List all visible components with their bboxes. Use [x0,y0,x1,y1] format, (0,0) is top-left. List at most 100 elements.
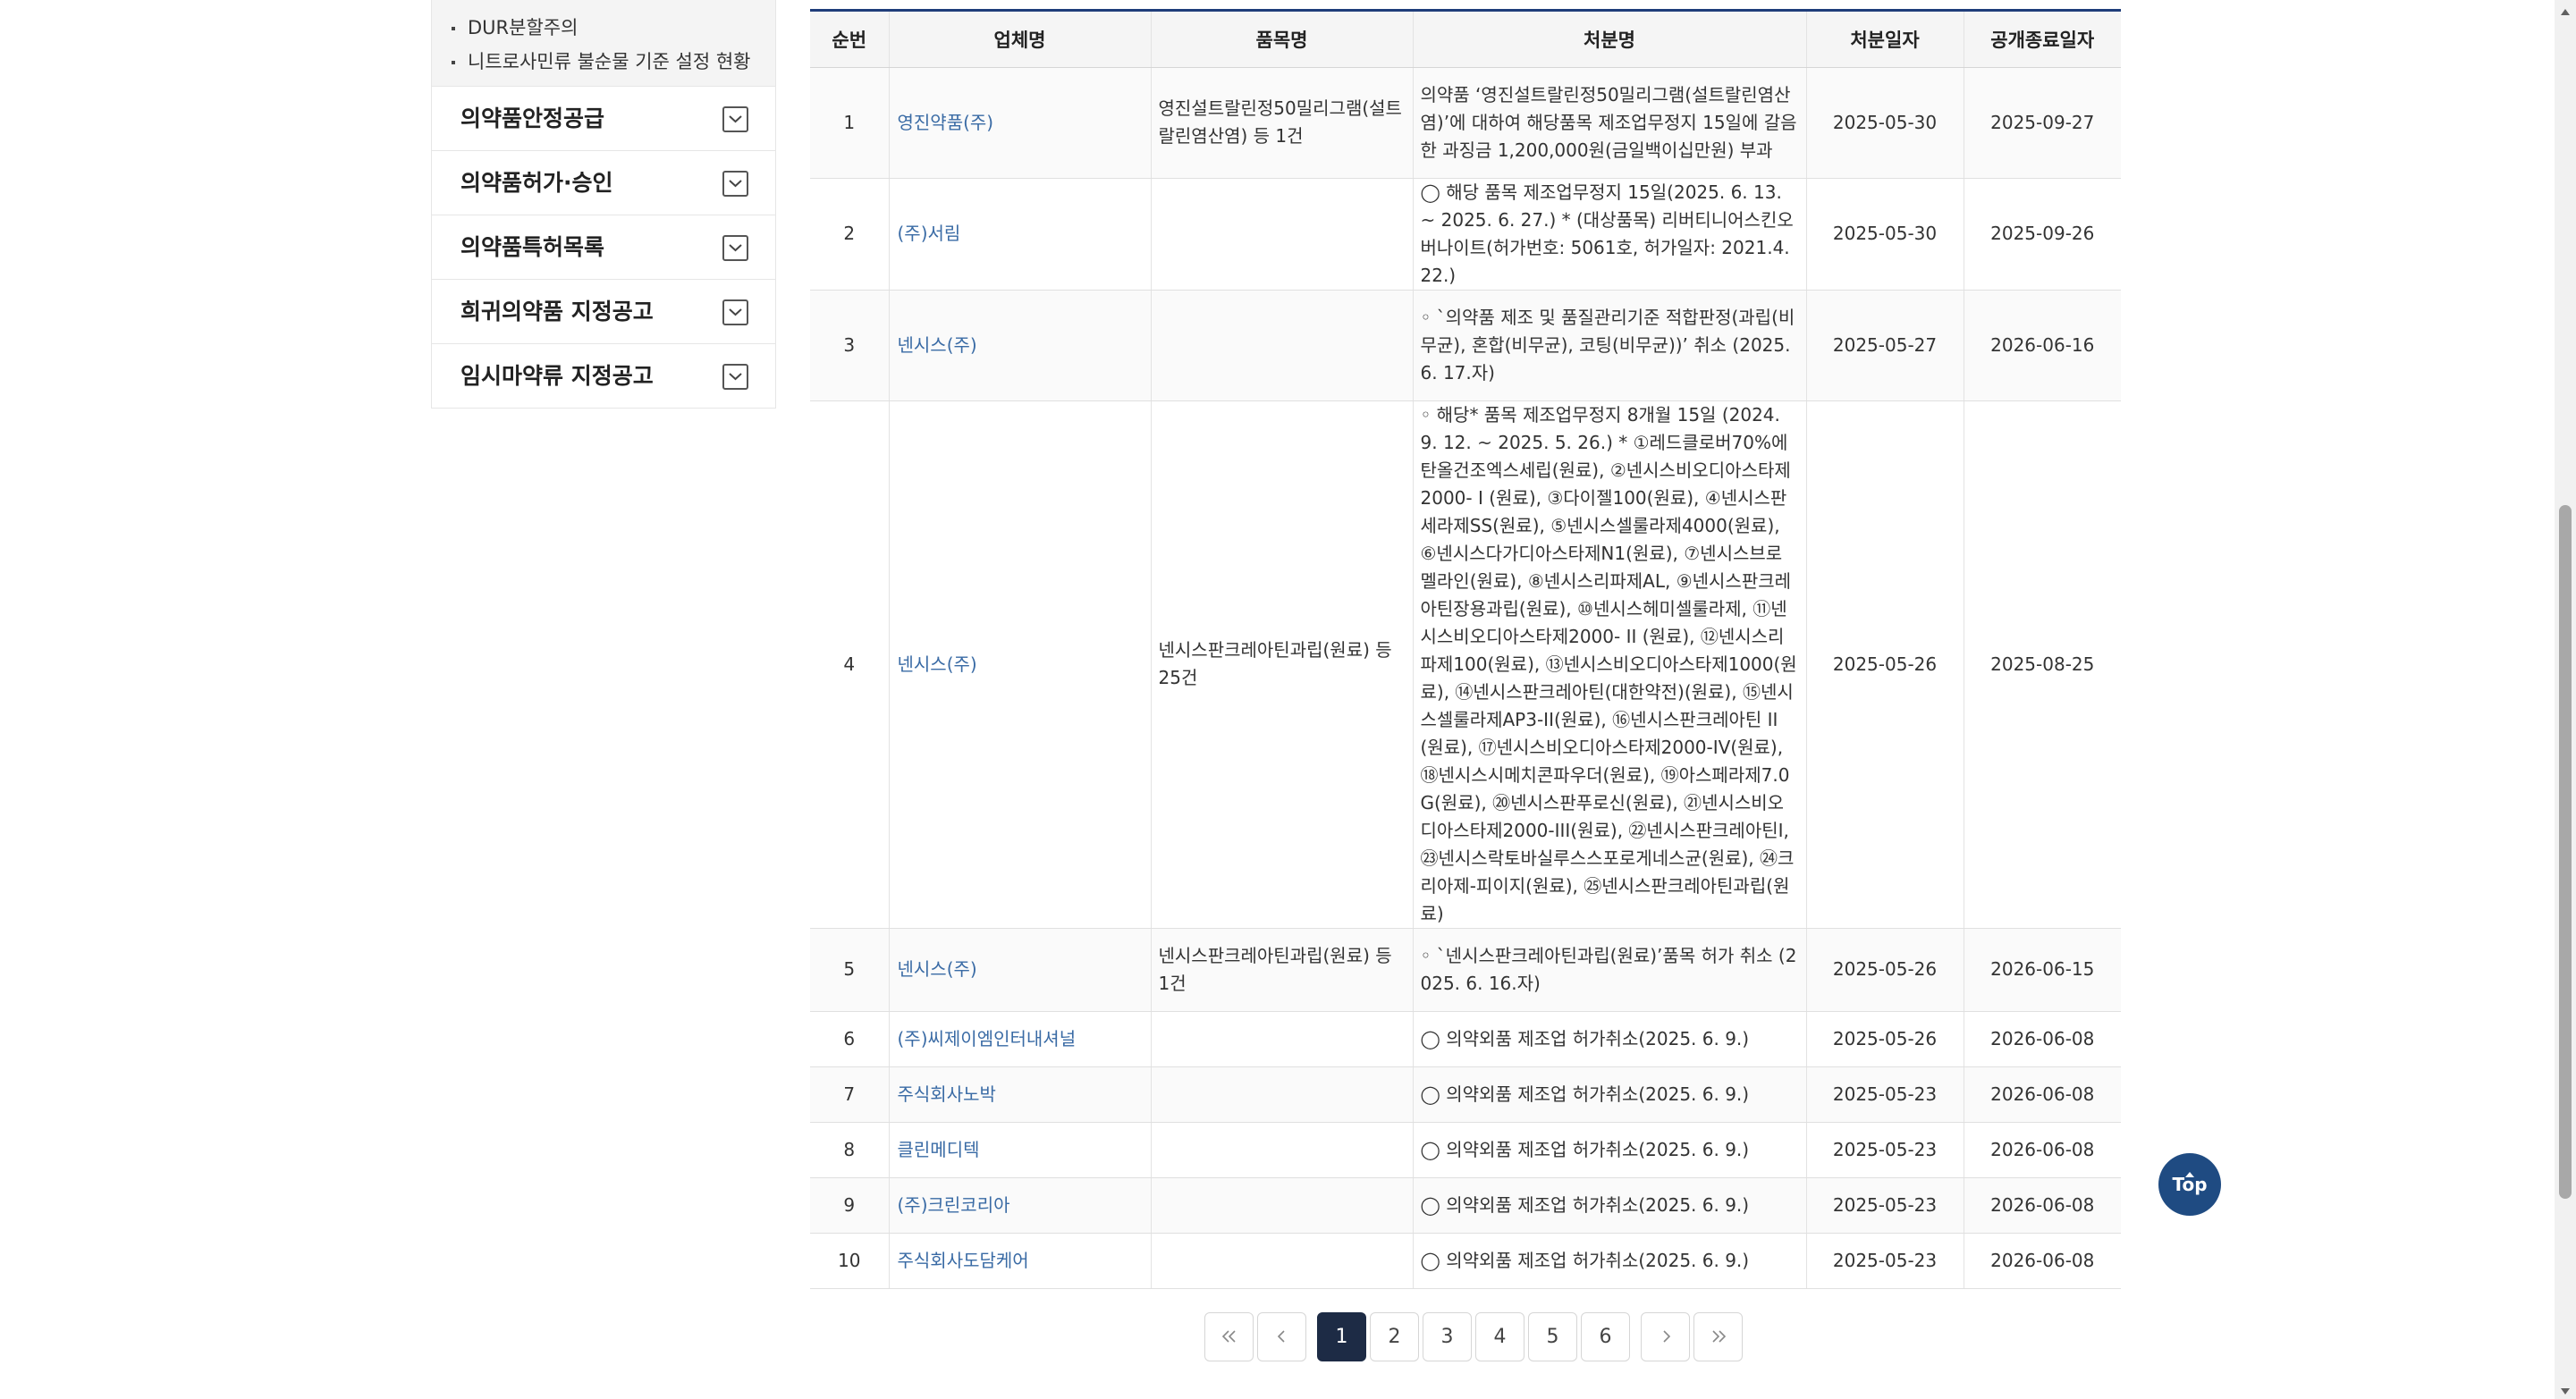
cell-company-link[interactable]: 넨시스(주) [888,928,1151,1012]
cell-action: ◦ 해당* 품목 제조업무정지 8개월 15일 (2024. 9. 12. ~ … [1412,400,1806,929]
chevron-down-icon[interactable] [722,106,748,132]
cell-company-link[interactable]: 넨시스(주) [888,290,1151,401]
table-row[interactable]: 4 넨시스(주) 넨시스판크레아틴과립(원료) 등 25건 ◦ 해당* 품목 제… [810,400,2121,929]
cell-end-date: 2026-06-16 [1963,290,2121,401]
sidebar-item-approval[interactable]: 의약품허가·승인 [431,151,776,215]
cell-action: ◯ 의약외품 제조업 허가취소(2025. 6. 9.) [1412,1066,1806,1123]
header-end-date: 공개종료일자 [1963,12,2121,68]
cell-product: 영진설트랄린정50밀리그램(설트랄린염산염) 등 1건 [1150,67,1413,179]
table-header-row: 순번 업체명 품목명 처분명 처분일자 공개종료일자 [810,12,2121,68]
chevron-down-icon[interactable] [722,364,748,390]
table-row[interactable]: 5 넨시스(주) 넨시스판크레아틴과립(원료) 등 1건 ◦ `넨시스판크레아틴… [810,928,2121,1012]
cell-product [1150,1233,1413,1289]
table-row[interactable]: 1 영진약품(주) 영진설트랄린정50밀리그램(설트랄린염산염) 등 1건 의약… [810,67,2121,179]
cell-company-link[interactable]: (주)씨제이엠인터내셔널 [888,1011,1151,1067]
next-page-button[interactable] [1641,1312,1690,1361]
page-button-5[interactable]: 5 [1528,1312,1577,1361]
chevron-down-icon[interactable] [722,235,748,261]
table-row[interactable]: 9 (주)크린코리아 ◯ 의약외품 제조업 허가취소(2025. 6. 9.) … [810,1177,2121,1234]
header-company: 업체명 [888,12,1151,68]
sidebar-item-temp-narcotic[interactable]: 임시마약류 지정공고 [431,344,776,409]
cell-action: ◦ `의약품 제조 및 품질관리기준 적합판정(과립(비무균), 혼합(비무균)… [1412,290,1806,401]
chevron-right-icon [1660,1326,1671,1348]
header-product: 품목명 [1150,12,1413,68]
table-row[interactable]: 8 클린메디텍 ◯ 의약외품 제조업 허가취소(2025. 6. 9.) 202… [810,1122,2121,1178]
cell-action: 의약품 ‘영진설트랄린정50밀리그램(설트랄린염산염)’에 대하여 해당품목 제… [1412,67,1806,179]
prev-page-button[interactable] [1257,1312,1306,1361]
cell-company-link[interactable]: (주)크린코리아 [888,1177,1151,1234]
cell-product [1150,1122,1413,1178]
caret-up-icon [2158,1153,2221,1177]
cell-product [1150,290,1413,401]
bullet-icon [452,61,455,64]
sidebar-item-label: 의약품특허목록 [460,234,605,260]
cell-no: 6 [810,1011,889,1067]
table-row[interactable]: 6 (주)씨제이엠인터내셔널 ◯ 의약외품 제조업 허가취소(2025. 6. … [810,1011,2121,1067]
table-row[interactable]: 10 주식회사도담케어 ◯ 의약외품 제조업 허가취소(2025. 6. 9.)… [810,1233,2121,1289]
cell-date: 2025-05-23 [1805,1066,1964,1123]
cell-end-date: 2026-06-08 [1963,1066,2121,1123]
sidebar-item-patent[interactable]: 의약품특허목록 [431,215,776,280]
page-button-3[interactable]: 3 [1423,1312,1472,1361]
sidebar-sub-item-nitrosamine[interactable]: 니트로사민류 불순물 기준 설정 현황 [450,45,757,79]
cell-end-date: 2025-09-27 [1963,67,2121,179]
cell-end-date: 2025-08-25 [1963,400,2121,929]
sidebar-item-supply[interactable]: 의약품안정공급 [431,87,776,151]
cell-product: 넨시스판크레아틴과립(원료) 등 25건 [1150,400,1413,929]
pagination: 1 2 3 4 5 6 [1204,1312,1746,1361]
sidebar-sub-item-label: 니트로사민류 불순물 기준 설정 현황 [468,51,751,72]
sidebar-sub-list: DUR분할주의 니트로사민류 불순물 기준 설정 현황 [431,0,776,87]
scroll-up-arrow-icon[interactable] [2560,4,2571,15]
cell-date: 2025-05-26 [1805,928,1964,1012]
sidebar-nav: DUR분할주의 니트로사민류 불순물 기준 설정 현황 의약품안정공급 의약품허… [431,0,776,409]
cell-no: 3 [810,290,889,401]
scroll-to-top-button[interactable]: Top [2158,1153,2221,1216]
chevron-down-icon[interactable] [722,171,748,197]
cell-end-date: 2025-09-26 [1963,178,2121,291]
sidebar-item-orphan-drug[interactable]: 희귀의약품 지정공고 [431,280,776,344]
cell-product [1150,1177,1413,1234]
header-date: 처분일자 [1805,12,1964,68]
cell-company-link[interactable]: 영진약품(주) [888,67,1151,179]
cell-company-link[interactable]: (주)서림 [888,178,1151,291]
cell-no: 5 [810,928,889,1012]
cell-company-link[interactable]: 클린메디텍 [888,1122,1151,1178]
vertical-scrollbar[interactable] [2555,0,2576,1399]
top-button-label: Top [2172,1174,2208,1195]
double-chevron-right-icon [1710,1326,1727,1348]
scrollbar-thumb[interactable] [2559,505,2572,1199]
table-row[interactable]: 7 주식회사노박 ◯ 의약외품 제조업 허가취소(2025. 6. 9.) 20… [810,1066,2121,1123]
cell-action: ◯ 해당 품목 제조업무정지 15일(2025. 6. 13. ~ 2025. … [1412,178,1806,291]
chevron-left-icon [1277,1326,1288,1348]
page-button-1[interactable]: 1 [1317,1312,1366,1361]
cell-date: 2025-05-26 [1805,400,1964,929]
bullet-icon [452,27,455,30]
cell-date: 2025-05-23 [1805,1233,1964,1289]
cell-no: 4 [810,400,889,929]
cell-company-link[interactable]: 주식회사노박 [888,1066,1151,1123]
cell-product [1150,1011,1413,1067]
cell-no: 8 [810,1122,889,1178]
cell-end-date: 2026-06-08 [1963,1122,2121,1178]
page-button-2[interactable]: 2 [1370,1312,1419,1361]
chevron-down-icon[interactable] [722,299,748,325]
cell-date: 2025-05-23 [1805,1177,1964,1234]
table-row[interactable]: 3 넨시스(주) ◦ `의약품 제조 및 품질관리기준 적합판정(과립(비무균)… [810,290,2121,401]
cell-no: 2 [810,178,889,291]
cell-product: 넨시스판크레아틴과립(원료) 등 1건 [1150,928,1413,1012]
page-button-6[interactable]: 6 [1581,1312,1630,1361]
sidebar-sub-item-dur[interactable]: DUR분할주의 [450,11,757,45]
cell-action: ◦ `넨시스판크레아틴과립(원료)’품목 허가 취소 (2025. 6. 16.… [1412,928,1806,1012]
page-button-4[interactable]: 4 [1475,1312,1524,1361]
sidebar-item-label: 임시마약류 지정공고 [460,363,654,389]
last-page-button[interactable] [1693,1312,1743,1361]
cell-action: ◯ 의약외품 제조업 허가취소(2025. 6. 9.) [1412,1011,1806,1067]
scroll-down-arrow-icon[interactable] [2560,1383,2571,1395]
cell-company-link[interactable]: 넨시스(주) [888,400,1151,929]
first-page-button[interactable] [1204,1312,1254,1361]
table-row[interactable]: 2 (주)서림 ◯ 해당 품목 제조업무정지 15일(2025. 6. 13. … [810,178,2121,291]
sidebar-item-label: 의약품허가·승인 [460,170,613,196]
cell-end-date: 2026-06-15 [1963,928,2121,1012]
cell-no: 1 [810,67,889,179]
cell-company-link[interactable]: 주식회사도담케어 [888,1233,1151,1289]
